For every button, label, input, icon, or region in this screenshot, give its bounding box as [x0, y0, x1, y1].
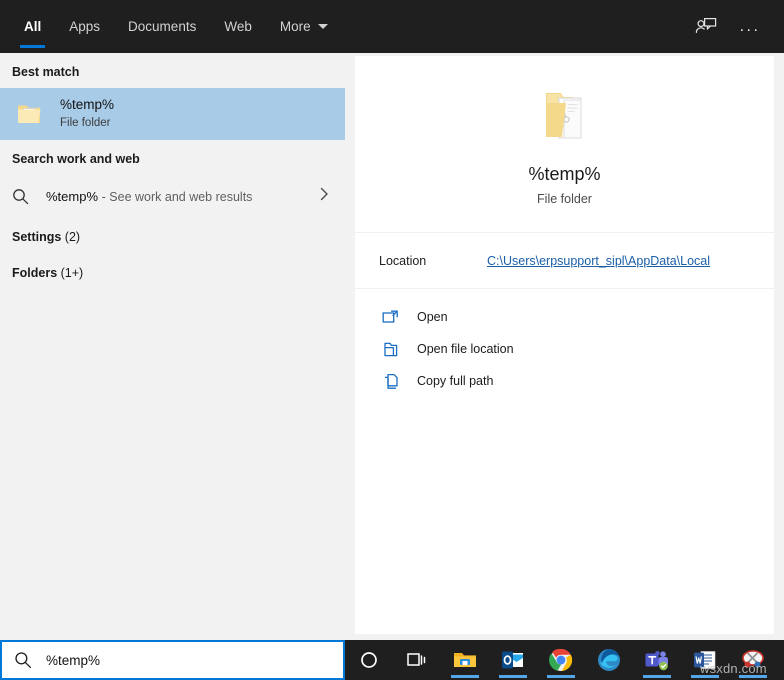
action-copy-full-path[interactable]: Copy full path	[355, 365, 774, 397]
action-list: Open Open file location Copy full path	[355, 289, 774, 397]
best-match-header: Best match	[12, 65, 80, 79]
preview-subtitle: File folder	[537, 192, 592, 206]
tab-apps[interactable]: Apps	[55, 0, 114, 53]
result-item-title: %temp%	[60, 97, 115, 113]
folder-open-outline-icon	[379, 339, 403, 359]
result-item-web-search[interactable]: %temp% - See work and web results	[0, 175, 345, 217]
group-folders-label: Folders	[12, 266, 58, 280]
tab-list: All Apps Documents Web More	[0, 0, 342, 53]
group-folders-count: (1+)	[60, 266, 84, 280]
task-view-icon[interactable]	[393, 640, 441, 680]
action-open[interactable]: Open	[355, 301, 774, 333]
group-header-folders[interactable]: Folders (1+)	[0, 253, 345, 289]
location-link[interactable]: C:\Users\erpsupport_sipl\AppData\Local	[487, 254, 710, 268]
preview-header: %temp% File folder	[355, 56, 774, 233]
windows-search-flyout: All Apps Documents Web More ... Best mat…	[0, 0, 784, 680]
cortana-icon[interactable]	[345, 640, 393, 680]
more-options-dots: ...	[739, 17, 761, 35]
location-label: Location	[379, 253, 427, 268]
action-open-file-location-label: Open file location	[417, 342, 514, 356]
group-settings-count: (2)	[64, 230, 81, 244]
open-external-icon	[379, 307, 403, 327]
result-item-text: %temp% File folder	[60, 97, 114, 130]
web-search-query: %temp%	[46, 188, 99, 204]
preview-title: %temp%	[528, 164, 601, 184]
tab-web-label: Web	[224, 19, 252, 34]
action-open-file-location[interactable]: Open file location	[355, 333, 774, 365]
taskbar	[345, 640, 784, 680]
tab-bar-actions: ...	[686, 0, 784, 53]
action-copy-full-path-label: Copy full path	[417, 374, 494, 388]
location-row: Location C:\Users\erpsupport_sipl\AppDat…	[355, 233, 774, 289]
result-item-subtitle: File folder	[60, 117, 111, 130]
web-search-suffix: - See work and web results	[101, 189, 253, 204]
tab-more-label: More	[279, 19, 311, 34]
tab-documents-label: Documents	[128, 19, 197, 34]
folder-documents-icon	[12, 97, 46, 131]
search-web-header: Search work and web	[12, 152, 140, 166]
more-options-icon[interactable]: ...	[730, 8, 770, 46]
tab-all-label: All	[24, 19, 42, 34]
search-input[interactable]	[46, 652, 306, 668]
search-icon	[14, 651, 38, 669]
preview-pane: %temp% File folder Location C:\Users\erp…	[355, 56, 774, 634]
chevron-down-icon	[317, 24, 328, 29]
chevron-right-icon[interactable]	[320, 187, 329, 205]
tab-web[interactable]: Web	[210, 0, 266, 53]
result-item-temp-folder[interactable]: %temp% File folder	[0, 88, 345, 140]
tab-apps-label: Apps	[69, 19, 101, 34]
chrome-icon[interactable]	[537, 640, 585, 680]
web-search-label: %temp% - See work and web results	[46, 189, 252, 204]
feedback-icon[interactable]	[686, 8, 726, 46]
tab-all[interactable]: All	[10, 0, 55, 53]
tab-more[interactable]: More	[266, 0, 342, 53]
search-tab-bar: All Apps Documents Web More ...	[0, 0, 784, 53]
file-explorer-icon[interactable]	[441, 640, 489, 680]
copy-pages-icon	[379, 371, 403, 391]
edge-icon[interactable]	[585, 640, 633, 680]
snipping-tool-icon[interactable]	[729, 640, 777, 680]
group-header-settings[interactable]: Settings (2)	[0, 217, 345, 253]
outlook-icon[interactable]	[489, 640, 537, 680]
tab-documents[interactable]: Documents	[114, 0, 210, 53]
group-settings-label: Settings	[12, 230, 62, 244]
results-pane: Best match %temp% File folder Search wor…	[0, 53, 345, 640]
action-open-label: Open	[417, 310, 448, 324]
open-folder-documents-icon	[355, 78, 774, 154]
search-icon	[12, 188, 40, 205]
taskbar-search-box[interactable]	[0, 640, 345, 680]
word-icon[interactable]	[681, 640, 729, 680]
teams-icon[interactable]	[633, 640, 681, 680]
